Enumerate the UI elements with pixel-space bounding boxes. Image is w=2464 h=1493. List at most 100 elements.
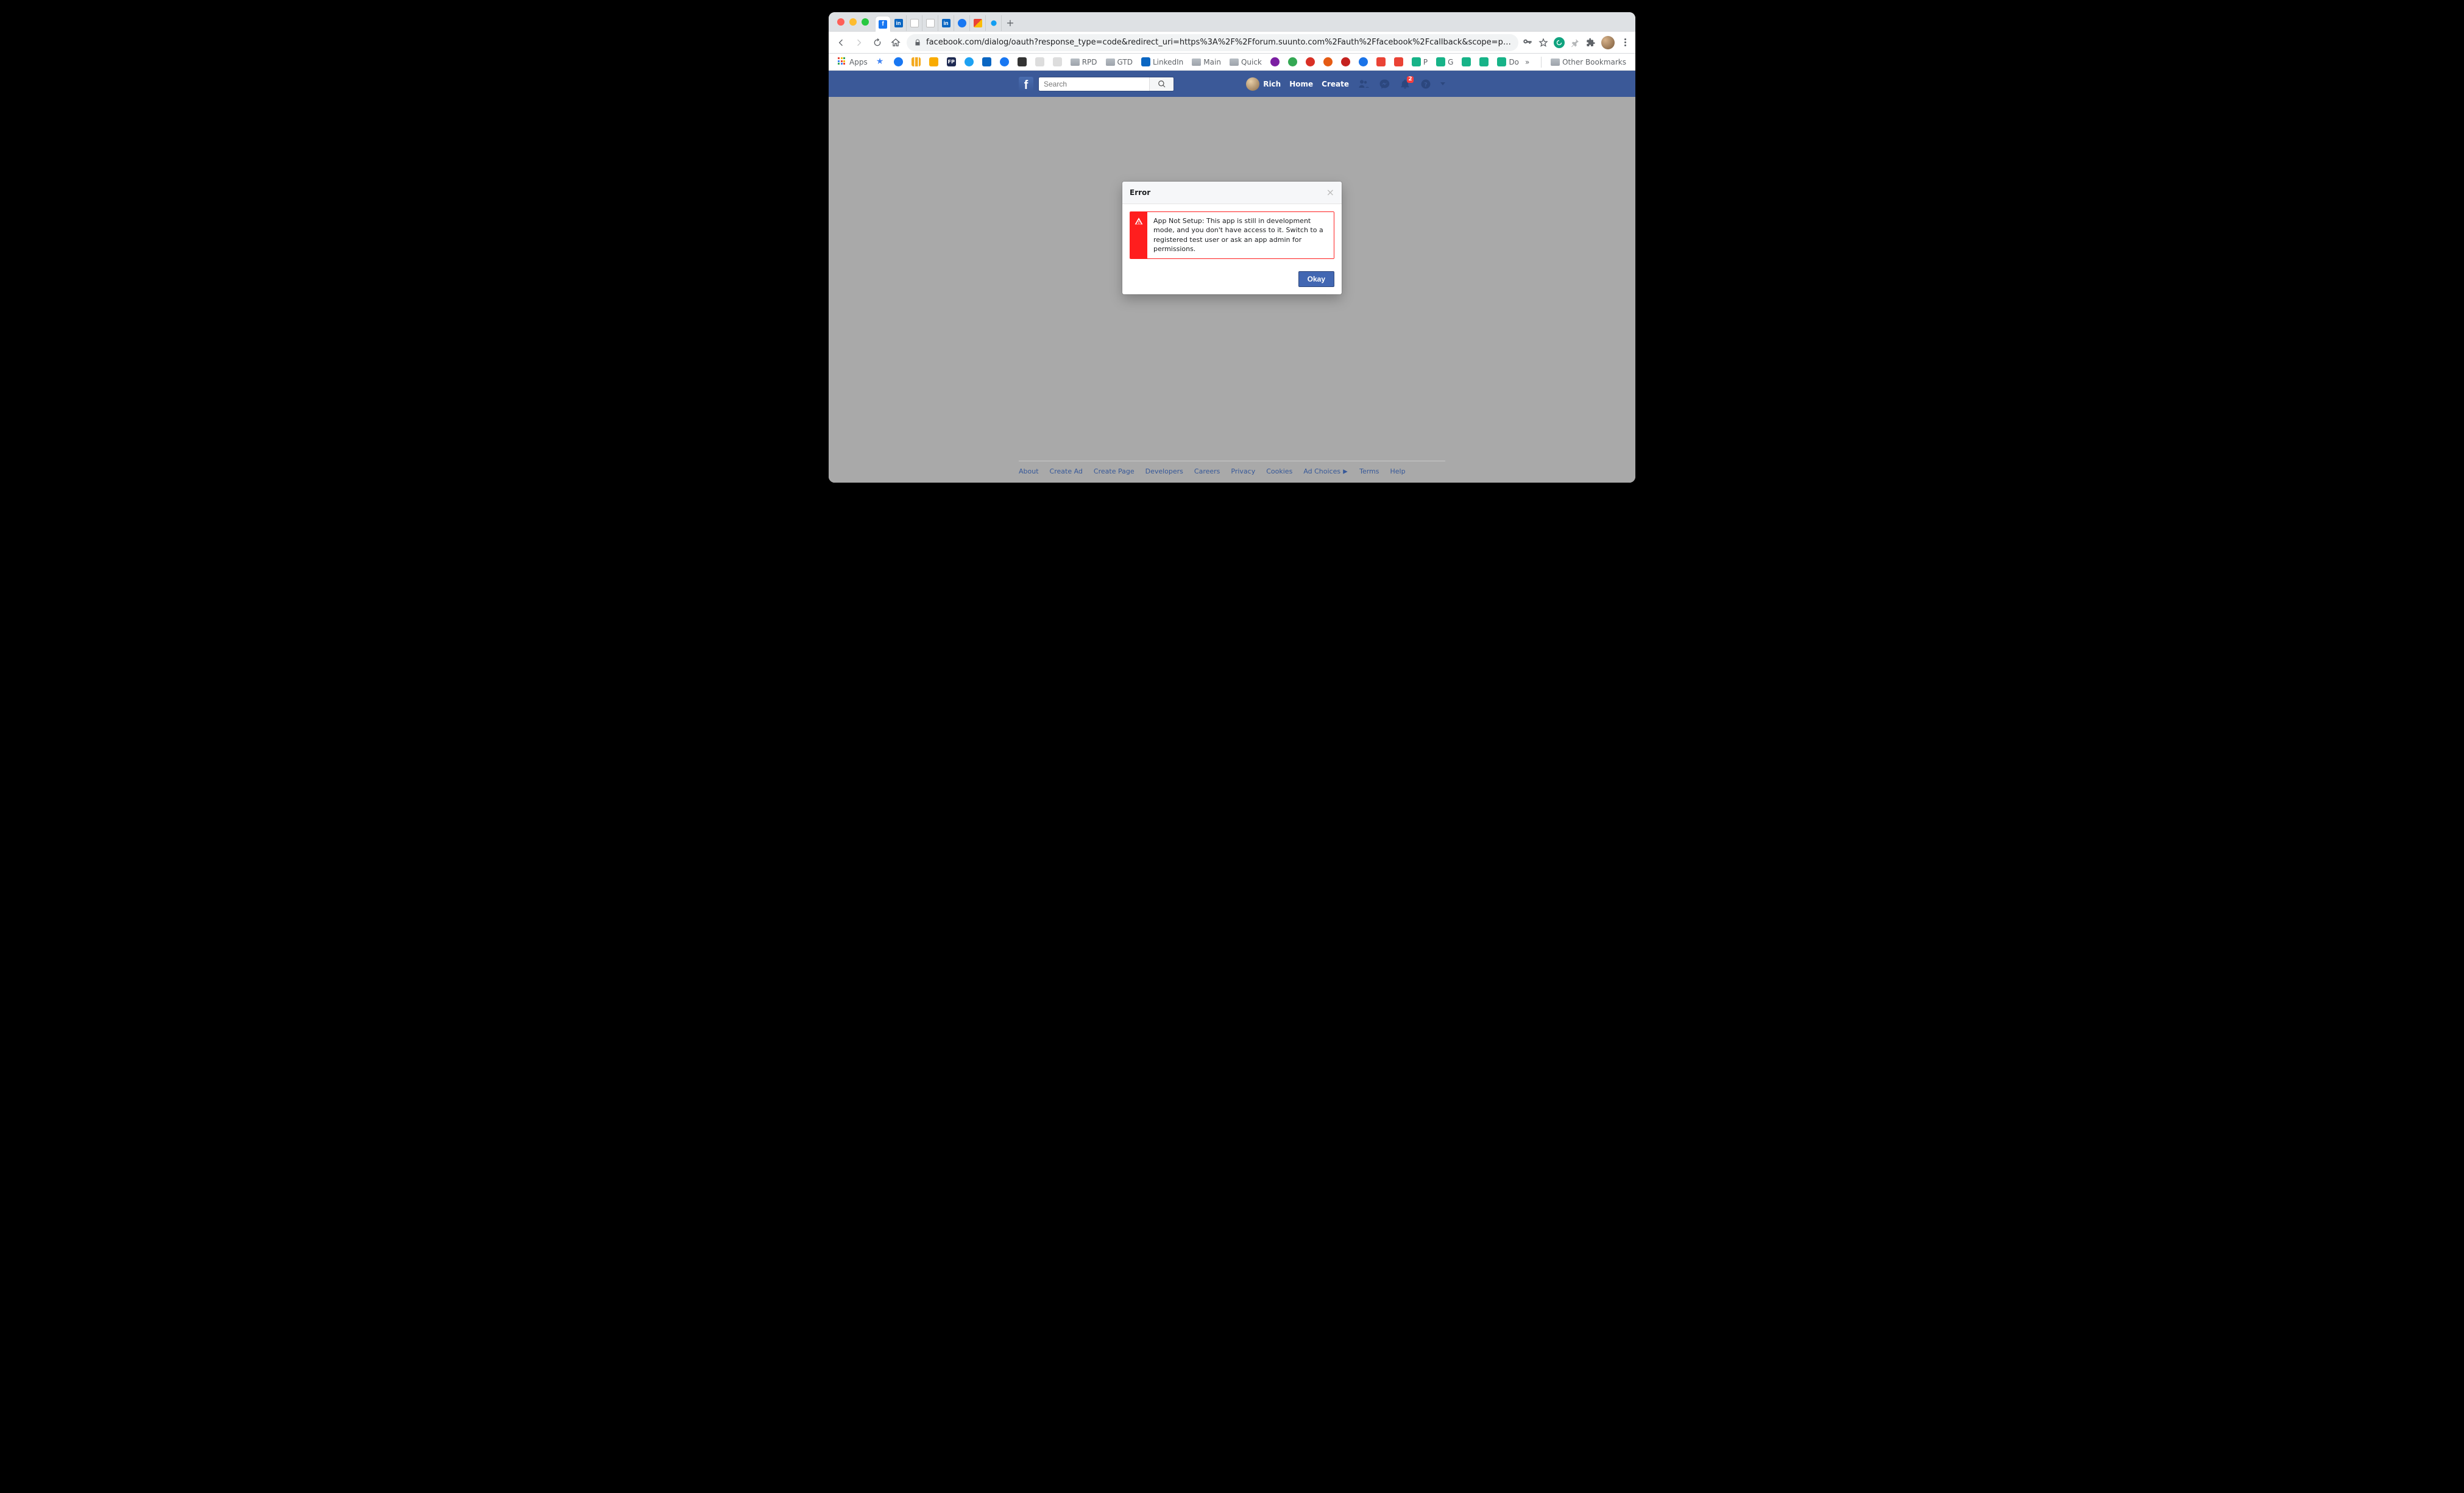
bookmark-item[interactable] (908, 55, 924, 68)
bookmark-item[interactable]: P (1409, 55, 1431, 68)
bookmark-item[interactable]: GTD (1103, 56, 1136, 68)
footer-link[interactable]: About (1019, 467, 1039, 475)
footer-link[interactable]: Create Page (1094, 467, 1135, 475)
svg-text:?: ? (1424, 81, 1428, 88)
key-icon[interactable] (1522, 37, 1533, 48)
extensions-icon[interactable] (1585, 37, 1596, 48)
footer-link[interactable]: Careers (1194, 467, 1220, 475)
bookmark-item[interactable]: Quick (1227, 56, 1265, 68)
tab-gmail[interactable] (970, 15, 986, 31)
address-bar[interactable]: facebook.com/dialog/oauth?response_type=… (907, 34, 1518, 51)
browser-tabs: f in in (875, 12, 1002, 31)
adchoices-icon (1342, 469, 1348, 475)
new-tab-button[interactable]: + (1002, 14, 1019, 31)
bookmark-favicon (1035, 57, 1044, 66)
page-viewport: f Rich Home Create 2 (829, 71, 1635, 483)
bookmark-favicon (1018, 57, 1027, 66)
reload-button[interactable] (870, 35, 885, 50)
bookmark-item[interactable] (1303, 55, 1318, 68)
footer-link[interactable]: Cookies (1266, 467, 1292, 475)
bookmark-item[interactable] (1285, 55, 1300, 68)
nav-create[interactable]: Create (1322, 80, 1349, 88)
dialog-header: Error × (1122, 182, 1342, 204)
bookmarks-overflow[interactable]: » (1522, 56, 1532, 68)
back-button[interactable] (834, 35, 848, 50)
bookmark-item[interactable] (1050, 55, 1065, 68)
bookmark-item[interactable] (1391, 55, 1406, 68)
profile-avatar[interactable] (1601, 36, 1615, 49)
star-icon[interactable] (1538, 37, 1549, 48)
dialog-title: Error (1130, 188, 1150, 197)
tab-facebook-2[interactable] (954, 15, 970, 31)
help-icon[interactable]: ? (1420, 78, 1432, 90)
bookmark-item[interactable] (891, 55, 906, 68)
footer-link[interactable]: Developers (1145, 467, 1183, 475)
bookmark-item[interactable] (1320, 55, 1336, 68)
bookmark-item[interactable]: Do (1494, 55, 1520, 68)
browser-menu-button[interactable] (1620, 38, 1630, 46)
close-window-button[interactable] (837, 18, 844, 26)
messenger-icon[interactable] (1378, 78, 1390, 90)
bookmark-item[interactable] (1032, 55, 1047, 68)
browser-window: f in in + facebook.com/dialog/oauth?resp… (829, 12, 1635, 483)
bookmark-item[interactable] (1267, 55, 1283, 68)
footer-link[interactable]: Privacy (1231, 467, 1255, 475)
pin-icon[interactable] (1570, 37, 1581, 48)
bookmark-item[interactable]: RPD (1067, 56, 1100, 68)
bookmark-item[interactable]: LinkedIn (1138, 55, 1186, 68)
bookmark-favicon (929, 57, 938, 66)
tab-linkedin-2[interactable]: in (938, 15, 954, 31)
bookmark-item[interactable] (1356, 55, 1371, 68)
bookmark-favicon (1394, 57, 1403, 66)
profile-link[interactable]: Rich (1246, 77, 1281, 91)
facebook-logo[interactable]: f (1019, 77, 1033, 91)
bookmark-favicon (1359, 57, 1368, 66)
bookmark-favicon (965, 57, 974, 66)
bookmark-item[interactable]: FP (944, 55, 959, 68)
maximize-window-button[interactable] (862, 18, 869, 26)
footer-link[interactable]: Create Ad (1050, 467, 1083, 475)
home-button[interactable] (888, 35, 903, 50)
bookmark-item[interactable] (1014, 55, 1030, 68)
tab-linkedin[interactable]: in (891, 15, 907, 31)
tab-facebook[interactable]: f (875, 16, 891, 32)
footer-link[interactable]: Terms (1359, 467, 1379, 475)
notifications-icon[interactable]: 2 (1399, 78, 1411, 90)
bookmark-item[interactable] (979, 55, 994, 68)
bookmark-item[interactable] (1338, 55, 1353, 68)
tab-bluedot[interactable] (986, 15, 1002, 31)
footer-link-adchoices[interactable]: Ad Choices (1303, 467, 1348, 475)
toolbar: facebook.com/dialog/oauth?response_type=… (829, 32, 1635, 54)
tab-chart[interactable] (922, 15, 938, 31)
bookmark-favicon: FP (947, 57, 956, 66)
error-dialog: Error × App Not Setup: This app is still… (1122, 182, 1342, 294)
bookmark-item[interactable]: G (1433, 55, 1456, 68)
tab-doc[interactable] (907, 15, 922, 31)
bookmark-item[interactable] (1373, 55, 1389, 68)
facebook-footer: About Create Ad Create Page Developers Caree… (1019, 461, 1445, 475)
folder-icon (1230, 59, 1239, 66)
okay-button[interactable]: Okay (1298, 271, 1334, 287)
bookmark-favicon (1288, 57, 1297, 66)
notifications-badge: 2 (1407, 76, 1414, 83)
bookmark-item[interactable]: ★ (873, 55, 888, 68)
settings-caret-icon[interactable] (1440, 82, 1445, 85)
bookmark-item[interactable] (961, 55, 977, 68)
nav-home[interactable]: Home (1289, 80, 1313, 88)
other-bookmarks[interactable]: Other Bookmarks (1548, 56, 1629, 68)
facebook-search[interactable] (1038, 77, 1174, 91)
footer-link[interactable]: Help (1390, 467, 1406, 475)
bookmark-item[interactable] (997, 55, 1012, 68)
bookmark-item[interactable] (1459, 55, 1474, 68)
search-input[interactable] (1039, 80, 1149, 88)
forward-button[interactable] (852, 35, 866, 50)
minimize-window-button[interactable] (849, 18, 857, 26)
friend-requests-icon[interactable] (1358, 78, 1370, 90)
bookmark-item[interactable] (926, 55, 941, 68)
search-button[interactable] (1149, 77, 1174, 91)
bookmark-item[interactable]: Main (1189, 56, 1224, 68)
dialog-close-button[interactable]: × (1326, 188, 1334, 197)
grammarly-icon[interactable] (1554, 37, 1565, 48)
bookmark-item[interactable] (1476, 55, 1492, 68)
apps-button[interactable]: Apps (835, 55, 871, 68)
